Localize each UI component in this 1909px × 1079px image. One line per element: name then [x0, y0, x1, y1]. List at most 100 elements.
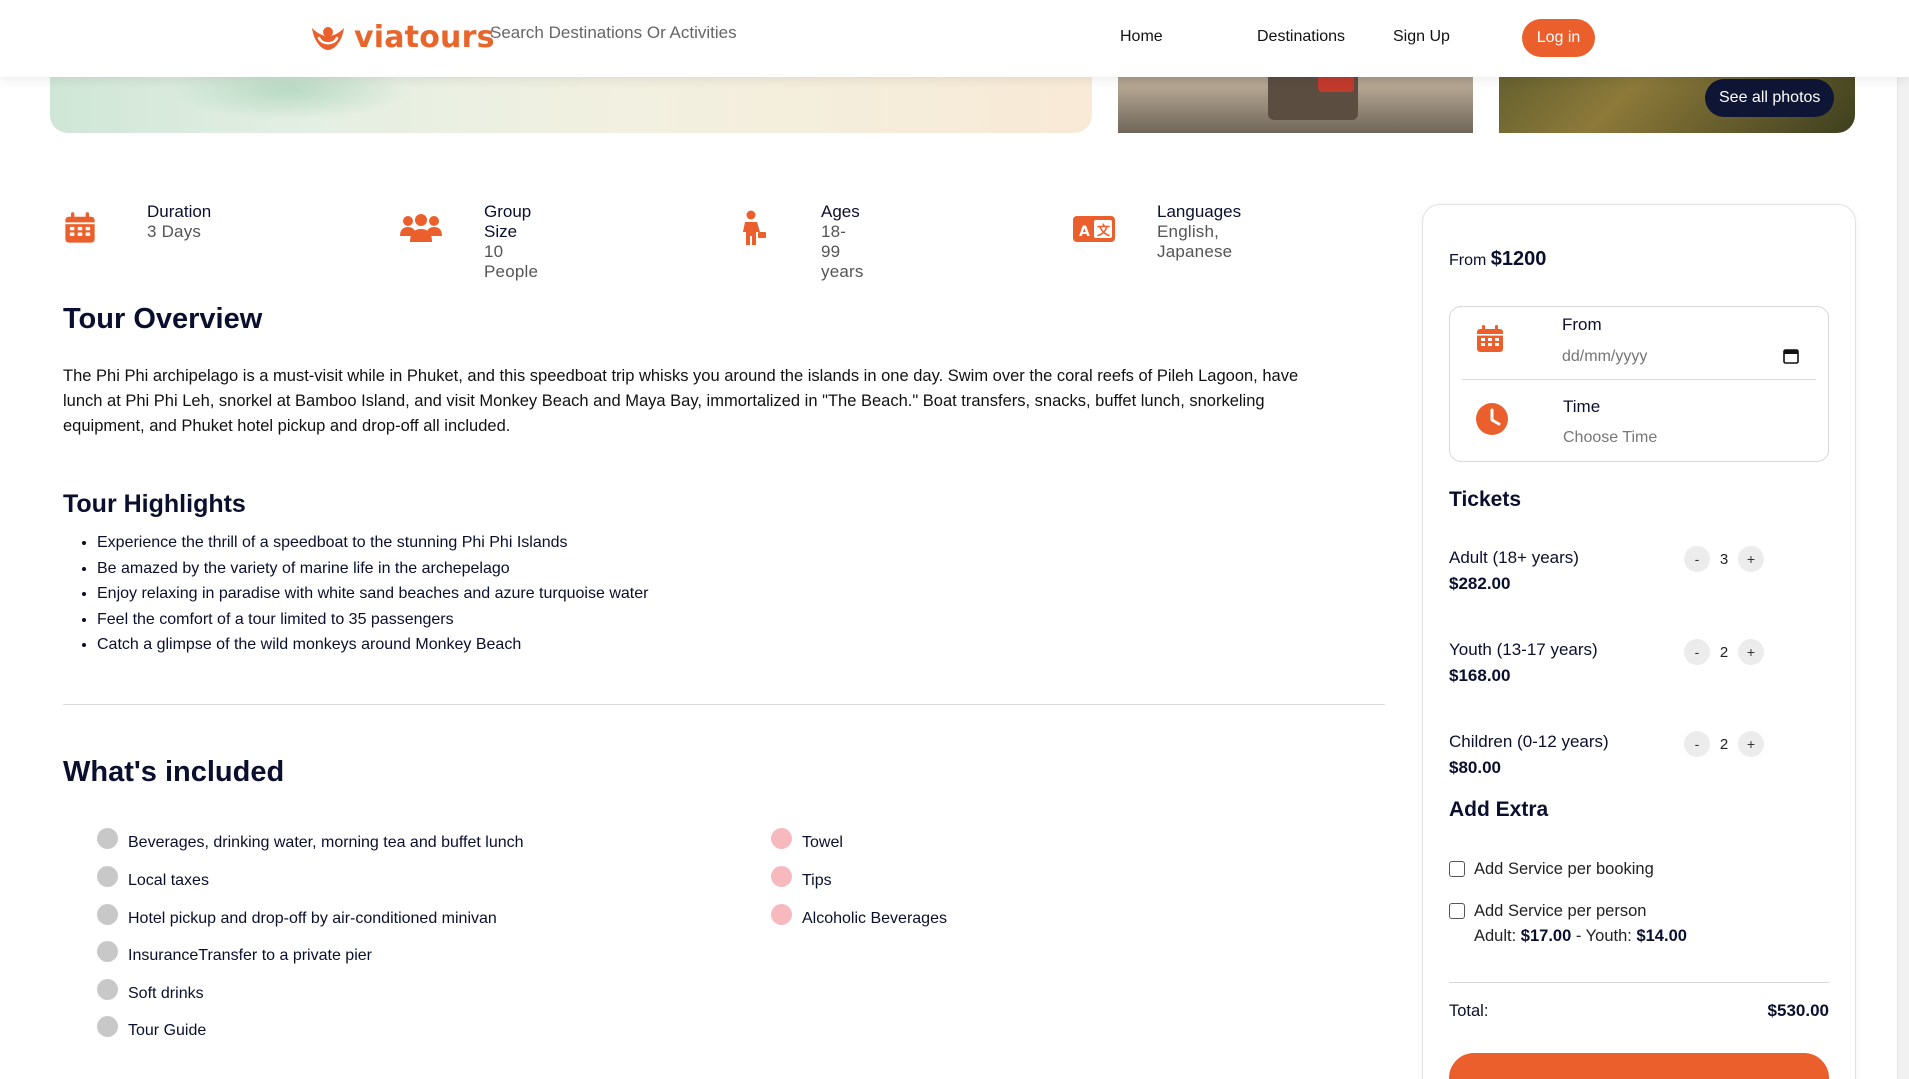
- excluded-bullet-icon: [771, 866, 792, 887]
- fact-group-size: Group Size 10 People: [399, 202, 538, 281]
- viatours-logo-icon: [312, 26, 344, 50]
- picker-divider: [1462, 379, 1816, 380]
- list-item: Catch a glimpse of the wild monkeys arou…: [97, 632, 648, 658]
- excluded-bullet-icon: [771, 828, 792, 849]
- whats-included-title: What's included: [63, 756, 285, 788]
- nav-destinations[interactable]: Destinations: [1257, 28, 1345, 46]
- extra-per-person-prices: Adult: $17.00 - Youth: $14.00: [1474, 927, 1687, 946]
- decrement-button[interactable]: -: [1684, 639, 1710, 665]
- excluded-bullet-icon: [771, 904, 792, 925]
- fact-label: Duration: [147, 202, 212, 221]
- ticket-name-youth: Youth (13-17 years): [1449, 640, 1598, 659]
- extra-per-person-checkbox[interactable]: [1449, 903, 1465, 919]
- excluded-item: Alcoholic Beverages: [802, 910, 947, 927]
- login-button[interactable]: Log in: [1522, 19, 1595, 57]
- ticket-name-children: Children (0-12 years): [1449, 732, 1609, 751]
- excluded-item: Towel: [802, 834, 843, 851]
- date-input[interactable]: [1562, 345, 1810, 369]
- person-icon: [743, 210, 766, 245]
- fact-value: 18-99 years: [821, 222, 864, 281]
- included-bullet-icon: [97, 1016, 118, 1037]
- calendar-icon: [1477, 325, 1503, 352]
- included-item: Local taxes: [128, 872, 209, 889]
- brand-name: viatours: [354, 20, 495, 55]
- highlights-list: Experience the thrill of a speedboat to …: [97, 530, 648, 658]
- excluded-item: Tips: [802, 872, 832, 889]
- fact-label: Group Size: [484, 202, 532, 241]
- included-item: Beverages, drinking water, morning tea a…: [128, 834, 524, 851]
- extra-per-booking-checkbox[interactable]: [1449, 861, 1465, 877]
- ticket-name-adult: Adult (18+ years): [1449, 548, 1579, 567]
- svg-text:A: A: [1079, 224, 1090, 240]
- fact-languages: A 文 Languages English, Japanese: [1072, 202, 1241, 261]
- decrement-button[interactable]: -: [1684, 731, 1710, 757]
- nav-sign-up[interactable]: Sign Up: [1393, 28, 1450, 46]
- ticket-price-adult: $282.00: [1449, 574, 1511, 593]
- children-quantity-stepper: - 2 +: [1684, 731, 1764, 757]
- time-select[interactable]: Choose Time: [1563, 429, 1657, 447]
- tour-overview-title: Tour Overview: [63, 303, 263, 335]
- brand-logo[interactable]: viatours: [308, 20, 495, 55]
- included-bullet-icon: [97, 979, 118, 1000]
- extra-separator: -: [1575, 927, 1582, 945]
- included-item: Tour Guide: [128, 1022, 207, 1039]
- calendar-icon: [65, 212, 95, 243]
- fact-label: Languages: [1157, 202, 1242, 221]
- top-navbar: viatours Home Destinations Sign Up Log i…: [0, 0, 1909, 77]
- increment-button[interactable]: +: [1738, 639, 1764, 665]
- included-bullet-icon: [97, 941, 118, 962]
- clock-icon: [1476, 403, 1508, 435]
- total-label: Total:: [1449, 1002, 1489, 1020]
- increment-button[interactable]: +: [1738, 731, 1764, 757]
- page-scrollbar[interactable]: [1897, 0, 1909, 1079]
- decrement-button[interactable]: -: [1684, 546, 1710, 572]
- card-divider: [1449, 982, 1829, 983]
- list-item: Enjoy relaxing in paradise with white sa…: [97, 581, 648, 607]
- ticket-price-youth: $168.00: [1449, 666, 1511, 685]
- from-price: From $1200: [1449, 248, 1546, 271]
- quantity-value: 2: [1719, 643, 1729, 661]
- fact-duration: Duration 3 Days: [62, 202, 211, 246]
- fact-value: 10 People: [484, 242, 539, 281]
- list-item: Be amazed by the variety of marine life …: [97, 556, 648, 582]
- included-item: Soft drinks: [128, 985, 204, 1002]
- nav-home[interactable]: Home: [1120, 28, 1163, 46]
- extra-youth-price: $14.00: [1636, 927, 1687, 945]
- extra-per-person-label[interactable]: Add Service per person: [1474, 902, 1646, 921]
- tour-overview-text: The Phi Phi archipelago is a must-visit …: [63, 367, 1299, 435]
- quantity-value: 2: [1719, 735, 1729, 753]
- extra-adult-price: $17.00: [1520, 927, 1572, 945]
- calendar-picker-icon[interactable]: [1782, 347, 1800, 365]
- from-price-label: From: [1449, 252, 1487, 269]
- list-item: Feel the comfort of a tour limited to 35…: [97, 607, 648, 633]
- increment-button[interactable]: +: [1738, 546, 1764, 572]
- list-item: Experience the thrill of a speedboat to …: [97, 530, 648, 556]
- book-now-button[interactable]: [1449, 1053, 1829, 1079]
- included-bullet-icon: [97, 866, 118, 887]
- fact-ages: Ages 18-99 years: [736, 202, 863, 281]
- adult-quantity-stepper: - 3 +: [1684, 546, 1764, 572]
- language-icon: A 文: [1073, 216, 1115, 242]
- total-value: $530.00: [1767, 1001, 1829, 1020]
- from-price-value: $1200: [1490, 248, 1547, 270]
- tickets-title: Tickets: [1449, 488, 1521, 511]
- quantity-value: 3: [1719, 550, 1729, 568]
- fact-value: English, Japanese: [1157, 222, 1233, 261]
- see-all-photos-button[interactable]: See all photos: [1705, 79, 1835, 117]
- included-item: InsuranceTransfer to a private pier: [128, 947, 372, 964]
- time-label: Time: [1563, 397, 1601, 416]
- search-input[interactable]: [490, 23, 790, 43]
- youth-quantity-stepper: - 2 +: [1684, 639, 1764, 665]
- group-icon: [400, 214, 442, 242]
- fact-label: Ages: [821, 202, 860, 221]
- extra-adult-label: Adult:: [1474, 927, 1517, 945]
- extra-youth-label: Youth:: [1585, 927, 1632, 945]
- fact-value: 3 Days: [147, 222, 202, 241]
- included-bullet-icon: [97, 904, 118, 925]
- section-divider: [63, 704, 1385, 705]
- extra-per-booking-label[interactable]: Add Service per booking: [1474, 860, 1654, 879]
- date-label: From: [1562, 315, 1602, 334]
- included-bullet-icon: [97, 828, 118, 849]
- included-item: Hotel pickup and drop-off by air-conditi…: [128, 910, 497, 927]
- tour-highlights-title: Tour Highlights: [63, 490, 246, 518]
